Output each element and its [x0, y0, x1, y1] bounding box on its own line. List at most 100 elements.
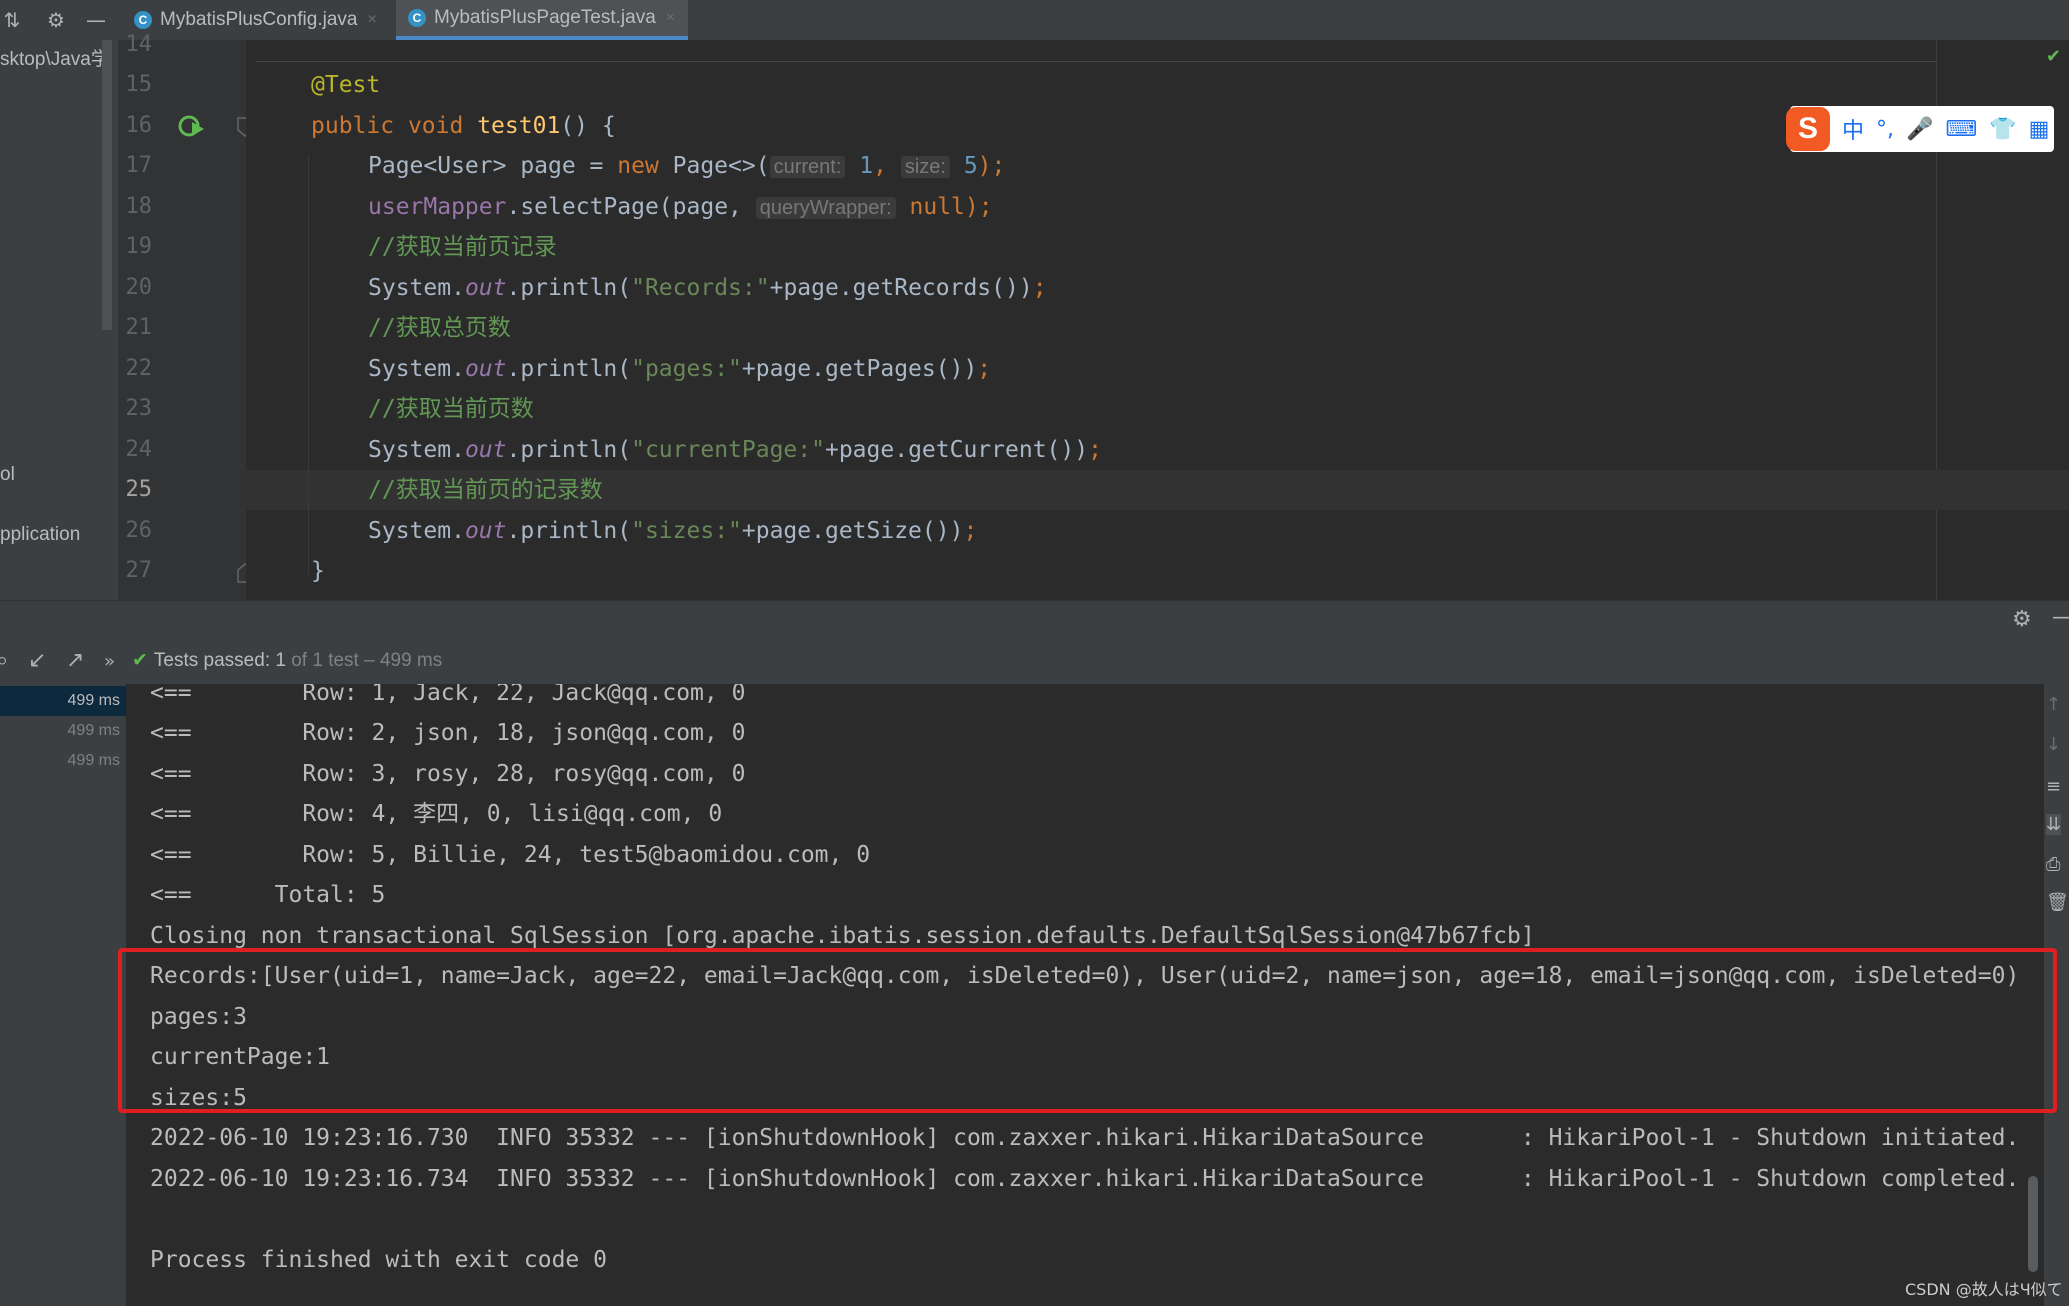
inspection-ok-icon[interactable]: ✔ [2046, 46, 2061, 67]
test-status: ✔ Tests passed: 1 of 1 test – 499 ms [132, 649, 442, 672]
more-icon[interactable]: » [104, 651, 115, 672]
editor-gutter: 14 15 16 17 18 19 20 21 22 23 24 25 26 2… [118, 32, 253, 600]
code-text: .selectPage(page, [506, 194, 756, 220]
code-line-22: System.out.println("pages:"+page.getPage… [368, 354, 991, 384]
code-line-24: System.out.println("currentPage:"+page.g… [368, 435, 1102, 465]
code-text: ; [977, 356, 992, 382]
editor-tab-bar: ⇅ ⚙ — C MybatisPlusConfig.java × C Mybat… [0, 0, 2069, 41]
microphone-icon[interactable]: 🎤 [1906, 117, 1933, 142]
line-number: 20 [125, 275, 153, 300]
console-scrollbar[interactable] [2028, 1176, 2038, 1272]
status-count: 1 [275, 650, 286, 671]
tab-label: MybatisPlusConfig.java [160, 9, 358, 30]
code-text: ); [964, 194, 993, 220]
code-line-25: //获取当前页的记录数 [368, 477, 603, 503]
console-line: <== Row: 4, 李四, 0, lisi@qq.com, 0 [150, 801, 723, 827]
chinese-mode-icon[interactable]: 中 [1842, 113, 1864, 145]
code-line-15: @Test [311, 70, 380, 100]
status-detail: of 1 test – 499 ms [285, 650, 443, 671]
number-literal: 1 [859, 153, 874, 179]
string-literal: "sizes:" [631, 518, 742, 544]
keyword: public [311, 113, 395, 139]
sogou-logo-icon[interactable]: S [1786, 107, 1830, 151]
status-text: Tests passed: [153, 650, 276, 671]
console-line: <== Total: 5 [150, 882, 386, 908]
gear-icon[interactable]: ⚙ [44, 8, 68, 32]
line-number: 18 [125, 194, 153, 219]
import-icon[interactable]: ↙ [28, 648, 46, 673]
console-line: <== Row: 3, rosy, 28, rosy@qq.com, 0 [150, 761, 746, 787]
code-text: +page.getRecords()) [769, 275, 1033, 301]
project-item[interactable]: ol [0, 464, 15, 486]
code-text: .println( [506, 518, 632, 544]
line-number: 14 [125, 32, 153, 57]
gear-icon[interactable]: ⚙ [2012, 607, 2032, 632]
ime-toolbar[interactable]: S 中 °, 🎤 ⌨ 👕 ▦ [1786, 106, 2054, 152]
line-number: 24 [125, 437, 153, 462]
project-panel: sktop\Java学 ol pplication [0, 40, 118, 600]
code-text: System. [368, 356, 465, 382]
indent-guide [308, 155, 309, 575]
code-line-23: //获取当前页数 [368, 396, 534, 422]
close-icon[interactable]: × [666, 9, 675, 27]
keyword: null [909, 194, 965, 220]
line-number: 17 [125, 153, 153, 178]
close-icon[interactable]: × [367, 11, 376, 29]
console-line: <== Row: 2, json, 18, json@qq.com, 0 [150, 720, 746, 746]
tab-mybatisplusconfig[interactable]: C MybatisPlusConfig.java × [122, 0, 392, 40]
code-line-18: userMapper.selectPage(page, queryWrapper… [368, 192, 993, 223]
code-text: ; [963, 518, 978, 544]
print-icon[interactable]: ⎙ [2046, 854, 2060, 875]
test-tree-row[interactable]: 499 ms [0, 746, 126, 776]
code-text: +page.getSize()) [741, 518, 964, 544]
export-icon[interactable]: ↗ [66, 648, 84, 673]
arrow-up-icon[interactable]: ↑ [2046, 694, 2061, 715]
watermark: CSDN @故人はЧ似て [1905, 1280, 2063, 1299]
code-line-16: public void test01() { [311, 111, 616, 141]
tab-mybatisplus-page-test[interactable]: C MybatisPlusPageTest.java × [396, 0, 688, 40]
class-c-icon: C [408, 9, 426, 27]
code-line-20: System.out.println("Records:"+page.getRe… [368, 273, 1047, 303]
arrow-down-icon[interactable]: ↓ [2046, 734, 2061, 755]
soft-wrap-icon[interactable]: ≡ [2046, 776, 2061, 797]
keyboard-icon[interactable]: ⌨ [1945, 117, 1977, 142]
check-icon: ✔ [132, 649, 148, 671]
minimize-icon[interactable]: — [84, 8, 108, 32]
line-number: 16 [125, 113, 153, 138]
method-separator [256, 61, 1936, 62]
project-path[interactable]: sktop\Java学 [0, 44, 110, 71]
code-text: +page.getPages()) [741, 356, 978, 382]
test-tree-row[interactable]: 499 ms [0, 716, 126, 746]
project-scrollbar[interactable] [102, 40, 112, 330]
project-item[interactable]: pplication [0, 524, 80, 546]
code-text: .println( [506, 275, 632, 301]
number-literal: 5 [963, 153, 978, 179]
line-number: 15 [125, 72, 153, 97]
trash-icon[interactable]: 🗑 [2046, 892, 2069, 913]
line-number: 19 [125, 234, 153, 259]
code-text: .println( [506, 437, 632, 463]
minimize-icon[interactable]: — [2052, 605, 2069, 630]
code-text: System. [368, 518, 465, 544]
punctuation-icon[interactable]: °, [1876, 117, 1894, 142]
skin-icon[interactable]: 👕 [1989, 117, 2016, 142]
console-line: 2022-06-10 19:23:16.734 INFO 35332 --- [… [150, 1166, 2020, 1192]
param-hint: current: [769, 156, 846, 178]
string-literal: "Records:" [631, 275, 770, 301]
code-line-19: //获取当前页记录 [368, 234, 557, 260]
test-tree-row[interactable]: 499 ms [0, 686, 126, 716]
class-c-icon: C [134, 11, 152, 29]
scroll-to-end-icon[interactable]: ⇊ [2046, 814, 2062, 835]
collapse-icon[interactable]: ⇅ [0, 8, 24, 32]
method-name: test01 [477, 113, 561, 139]
console-line: <== Row: 1, Jack, 22, Jack@qq.com, 0 [150, 684, 746, 706]
string-literal: "pages:" [631, 356, 742, 382]
run-test-icon[interactable] [178, 112, 206, 140]
console-line: Closing non transactional SqlSession [or… [150, 923, 1535, 949]
annotation-test: @Test [311, 72, 381, 98]
line-number-current: 25 [125, 477, 153, 502]
search-icon[interactable]: ⌕ [0, 648, 8, 673]
code-text: System. [368, 437, 465, 463]
code-line-17: Page<User> page = new Page<>(current: 1,… [368, 151, 1005, 182]
toolbox-grid-icon[interactable]: ▦ [2029, 117, 2050, 142]
